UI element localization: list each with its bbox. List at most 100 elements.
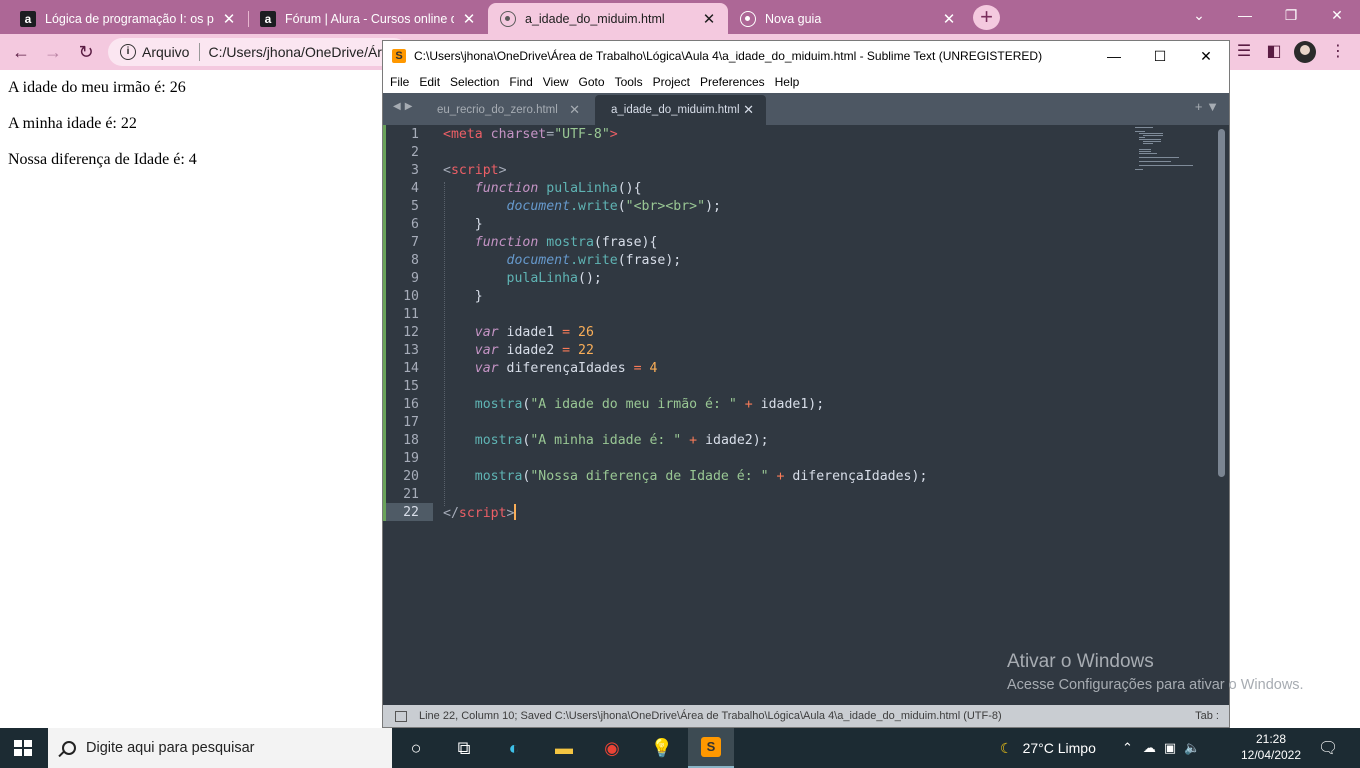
code-line[interactable]: 9 pulaLinha(); bbox=[383, 270, 1143, 288]
weather-widget[interactable]: ☾ 27°C Limpo bbox=[1000, 728, 1096, 768]
menu-tools[interactable]: Tools bbox=[615, 75, 643, 89]
code-line[interactable]: 12 var idade1 = 26 bbox=[383, 324, 1143, 342]
menu-project[interactable]: Project bbox=[653, 75, 690, 89]
windows-start-icon[interactable] bbox=[14, 740, 32, 756]
minimap[interactable] bbox=[1135, 127, 1195, 177]
code-line[interactable]: 15 bbox=[383, 378, 1143, 396]
network-icon[interactable]: ▣ bbox=[1164, 740, 1176, 756]
lightbulb-icon[interactable]: 💡 bbox=[650, 736, 674, 760]
code-line[interactable]: 7 function mostra(frase){ bbox=[383, 234, 1143, 252]
minimize-button[interactable]: — bbox=[1222, 0, 1268, 30]
code-token: "A minha idade é: " bbox=[530, 433, 682, 448]
code-line[interactable]: 14 var diferençaIdades = 4 bbox=[383, 360, 1143, 378]
sublime-taskbar-button[interactable]: S bbox=[688, 728, 734, 768]
code-line[interactable]: 21 bbox=[383, 486, 1143, 504]
close-icon[interactable]: ✕ bbox=[743, 102, 754, 118]
maximize-button[interactable]: ☐ bbox=[1137, 41, 1183, 71]
line-number: 20 bbox=[403, 469, 419, 484]
avatar[interactable] bbox=[1294, 41, 1316, 63]
reading-list-icon[interactable]: ☰ bbox=[1234, 40, 1254, 64]
code-text: </script> bbox=[443, 504, 517, 523]
tab-search-icon[interactable]: ⌄ bbox=[1176, 0, 1222, 30]
code-token: idade1); bbox=[760, 397, 825, 412]
tab-size-indicator[interactable]: Tab : bbox=[1195, 710, 1219, 722]
code-line[interactable]: 17 bbox=[383, 414, 1143, 432]
code-line[interactable]: 8 document.write(frase); bbox=[383, 252, 1143, 270]
cortana-icon[interactable]: ○ bbox=[404, 736, 428, 760]
browser-tab-logica[interactable]: a Lógica de programação I: os prin ✕ bbox=[8, 3, 249, 34]
new-tab-and-dropdown-icon[interactable]: + ▼ bbox=[1195, 99, 1219, 114]
code-line[interactable]: 6 } bbox=[383, 216, 1143, 234]
code-line[interactable]: 11 bbox=[383, 306, 1143, 324]
code-token: (frase); bbox=[617, 253, 682, 268]
close-icon[interactable]: ✕ bbox=[700, 10, 718, 28]
tab-scroll-arrows-icon[interactable]: ◀▶ bbox=[393, 101, 416, 112]
taskbar-search-box[interactable]: Digite aqui para pesquisar bbox=[48, 728, 392, 768]
code-line[interactable]: 16 mostra("A idade do meu irmão é: " + i… bbox=[383, 396, 1143, 414]
new-tab-button[interactable]: + bbox=[973, 5, 1000, 30]
close-icon[interactable]: ✕ bbox=[940, 10, 958, 28]
editor-tab-miduim[interactable]: a_idade_do_miduim.html ✕ bbox=[595, 95, 766, 125]
line-number: 15 bbox=[403, 379, 419, 394]
menu-edit[interactable]: Edit bbox=[419, 75, 440, 89]
back-arrow-icon[interactable]: ← bbox=[8, 40, 34, 64]
close-icon[interactable]: ✕ bbox=[569, 102, 580, 118]
code-text: function pulaLinha(){ bbox=[443, 180, 642, 198]
menu-find[interactable]: Find bbox=[509, 75, 532, 89]
forward-arrow-icon[interactable]: → bbox=[40, 40, 66, 64]
code-editor[interactable]: 1 <meta charset="UTF-8"> 2 3 <script> 4 funct… bbox=[383, 125, 1229, 705]
reload-icon[interactable]: ↻ bbox=[73, 40, 99, 64]
panel-toggle-icon[interactable] bbox=[395, 710, 407, 722]
code-line[interactable]: 13 var idade2 = 22 bbox=[383, 342, 1143, 360]
minimize-button[interactable]: — bbox=[1091, 41, 1137, 71]
line-number: 11 bbox=[403, 307, 419, 322]
restore-button[interactable]: ❐ bbox=[1268, 0, 1314, 30]
search-placeholder: Digite aqui para pesquisar bbox=[86, 740, 255, 756]
code-line[interactable]: 4 function pulaLinha(){ bbox=[383, 180, 1143, 198]
clock-time: 21:28 bbox=[1255, 732, 1287, 746]
browser-tab-nova-guia[interactable]: Nova guia ✕ bbox=[728, 3, 968, 34]
side-panel-icon[interactable]: ◧ bbox=[1264, 40, 1284, 64]
tray-icons[interactable]: ⌃ ☁ ▣ 🔈 bbox=[1122, 728, 1206, 768]
close-icon[interactable]: ✕ bbox=[460, 10, 478, 28]
code-line[interactable]: 2 bbox=[383, 144, 1143, 162]
code-line[interactable]: 10 } bbox=[383, 288, 1143, 306]
code-token: = bbox=[562, 343, 571, 358]
tab-label: a_idade_do_miduim.html bbox=[611, 104, 740, 116]
close-icon[interactable]: ✕ bbox=[220, 10, 238, 28]
code-line[interactable]: 22 </script> bbox=[383, 504, 1143, 522]
line-number: 17 bbox=[403, 415, 419, 430]
menu-view[interactable]: View bbox=[543, 75, 569, 89]
chevron-up-icon[interactable]: ⌃ bbox=[1122, 740, 1133, 756]
taskbar-clock[interactable]: 21:28 12/04/2022 bbox=[1236, 731, 1306, 763]
menu-help[interactable]: Help bbox=[775, 75, 800, 89]
code-token: mostra bbox=[474, 469, 523, 484]
code-line[interactable]: 1 <meta charset="UTF-8"> bbox=[383, 126, 1143, 144]
code-line[interactable]: 18 mostra("A minha idade é: " + idade2); bbox=[383, 432, 1143, 450]
menu-icon[interactable]: ⋮ bbox=[1328, 40, 1348, 64]
menu-preferences[interactable]: Preferences bbox=[700, 75, 765, 89]
address-bar[interactable]: i Arquivo C:/Users/jhona/OneDrive/Ár bbox=[108, 38, 408, 66]
notification-icon[interactable]: 🗨 bbox=[1318, 728, 1338, 768]
status-bar: Line 22, Column 10; Saved C:\Users\jhona… bbox=[383, 705, 1229, 727]
volume-icon[interactable]: 🔈 bbox=[1184, 740, 1200, 756]
vertical-scrollbar[interactable] bbox=[1218, 129, 1225, 477]
info-icon[interactable]: i bbox=[120, 44, 136, 60]
browser-tab-miduim[interactable]: a_idade_do_miduim.html ✕ bbox=[488, 3, 728, 34]
code-line[interactable]: 5 document.write("<br><br>"); bbox=[383, 198, 1143, 216]
cloud-icon[interactable]: ☁ bbox=[1143, 740, 1156, 756]
close-window-button[interactable]: ✕ bbox=[1314, 0, 1360, 30]
file-explorer-icon[interactable]: ▬ bbox=[552, 736, 576, 760]
browser-tab-forum[interactable]: a Fórum | Alura - Cursos online de ✕ bbox=[248, 3, 488, 34]
menu-file[interactable]: File bbox=[390, 75, 409, 89]
edge-icon[interactable]: ◐ bbox=[502, 736, 526, 760]
menu-selection[interactable]: Selection bbox=[450, 75, 499, 89]
close-window-button[interactable]: ✕ bbox=[1183, 41, 1229, 71]
chrome-icon[interactable]: ◉ bbox=[600, 736, 624, 760]
code-line[interactable]: 19 bbox=[383, 450, 1143, 468]
code-line[interactable]: 20 mostra("Nossa diferença de Idade é: "… bbox=[383, 468, 1143, 486]
editor-tab-eu-recrio[interactable]: eu_recrio_do_zero.html ✕ bbox=[421, 95, 592, 125]
code-line[interactable]: 3 <script> bbox=[383, 162, 1143, 180]
task-view-icon[interactable]: ⧉ bbox=[452, 736, 476, 760]
menu-goto[interactable]: Goto bbox=[579, 75, 605, 89]
